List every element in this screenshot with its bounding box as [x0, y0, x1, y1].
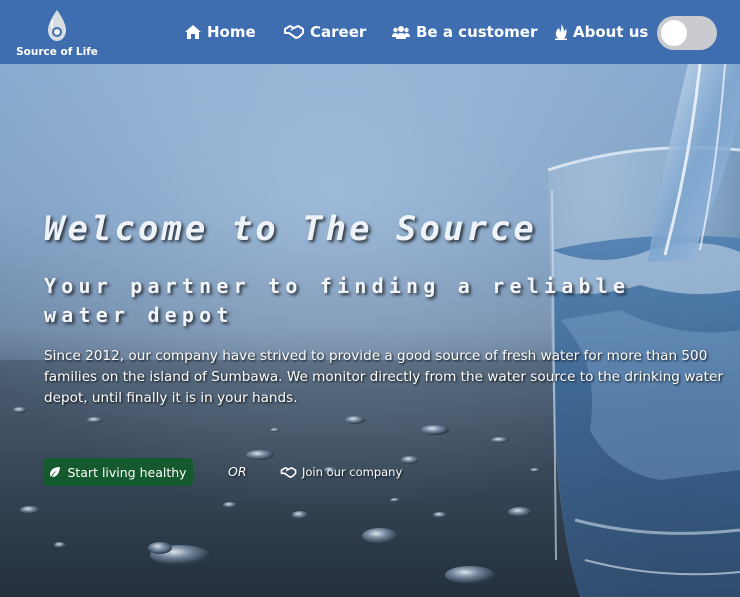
fire-icon [555, 24, 567, 40]
nav-be-a-customer-label: Be a customer [416, 23, 538, 41]
leaf-icon [50, 467, 61, 477]
water-drop-icon [48, 10, 66, 41]
nav-be-a-customer-link[interactable]: Be a customer [392, 21, 537, 43]
nav-career-label: Career [310, 23, 367, 41]
users-icon [392, 26, 410, 39]
top-navbar: Source of Life Home Career Be a customer [0, 0, 740, 64]
start-living-healthy-label: Start living healthy [67, 464, 187, 480]
nav-home-label: Home [207, 23, 256, 41]
nav-career-link[interactable]: Career [284, 21, 366, 43]
toggle-knob [661, 20, 687, 46]
or-separator: OR [228, 464, 247, 479]
handshake-icon [284, 25, 304, 39]
hero-description: Since 2012, our company have strived to … [44, 348, 723, 406]
start-living-healthy-button[interactable]: Start living healthy [43, 458, 193, 486]
nav-home-link[interactable]: Home [185, 21, 256, 43]
brand-home-link[interactable]: Source of Life [12, 8, 102, 62]
hero-subtitle: Your partner to finding a reliable water… [44, 274, 631, 327]
brand-name: Source of Life [16, 46, 98, 58]
hero-title: Welcome to The Source [44, 209, 537, 249]
hero-section: Welcome to The Source Your partner to fi… [0, 64, 740, 597]
home-icon [185, 25, 201, 39]
nav-about-us-link[interactable]: About us [555, 21, 648, 43]
join-our-company-label: Join our company [302, 465, 403, 479]
nav-about-us-label: About us [573, 23, 649, 41]
join-our-company-link[interactable]: Join our company [280, 463, 402, 481]
handshake-icon [280, 466, 297, 478]
theme-toggle-switch[interactable] [657, 16, 717, 50]
